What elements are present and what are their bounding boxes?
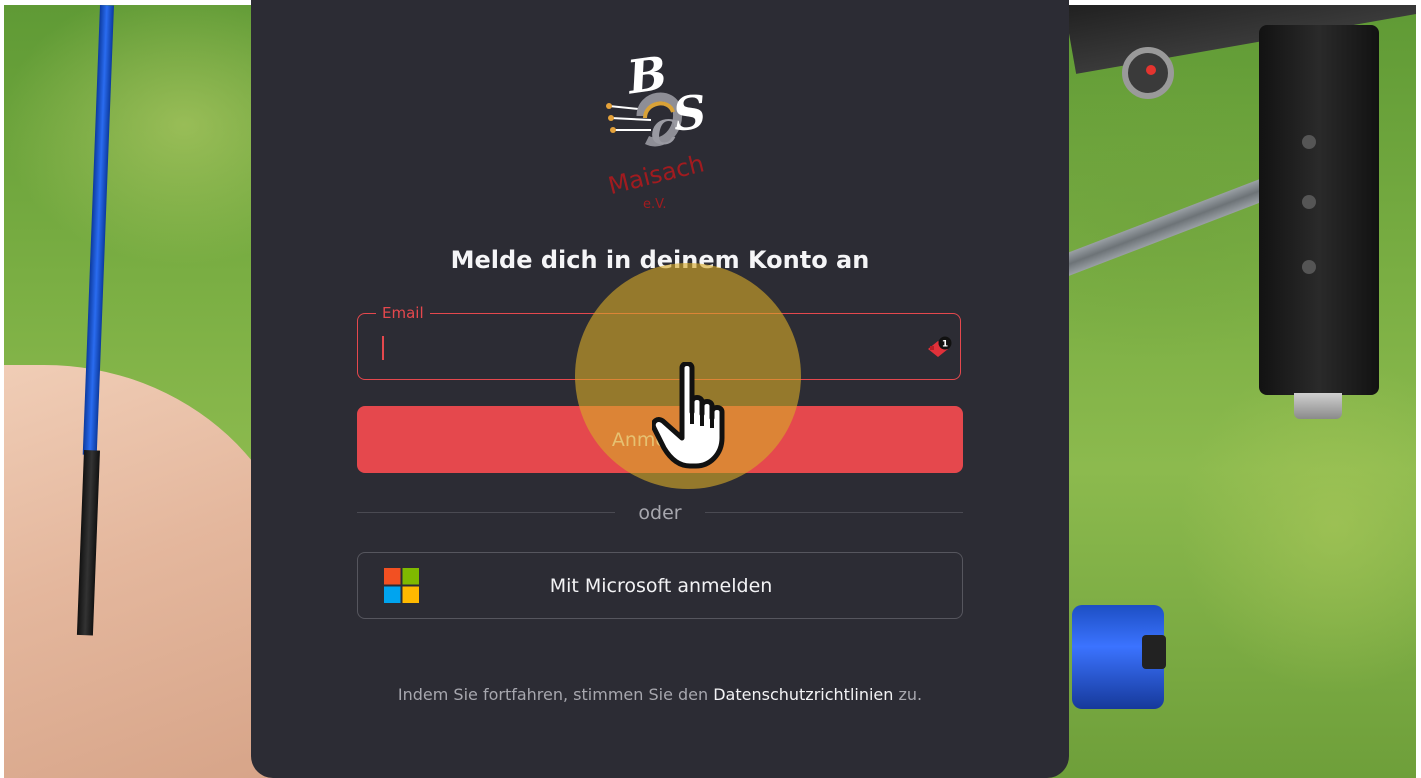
logo-letter-c: C [651,113,678,153]
background-sight-hole [1302,260,1316,274]
logo-letter-b: B [622,46,670,105]
privacy-notice-prefix: Indem Sie fortfahren, stimmen Sie den [397,685,709,704]
background-stabilizer-rod [1060,173,1283,277]
background-weight-cap [1142,635,1166,669]
background-sight-hole [1302,135,1316,149]
password-manager-icon[interactable]: 1 [926,336,954,360]
microsoft-sign-in-button[interactable]: Mit Microsoft anmelden [357,552,963,619]
divider-line-right [705,512,963,513]
background-sight-knob [1294,393,1342,419]
microsoft-sign-in-label: Mit Microsoft anmelden [549,575,773,597]
privacy-notice-suffix: zu. [898,685,923,704]
email-field-label: Email [376,303,430,323]
club-logo: B S C Maisach e.V. [605,46,709,212]
text-caret [382,336,384,360]
password-manager-badge: 1 [942,340,948,350]
privacy-policy-link[interactable]: Datenschutzrichtlinien [713,685,893,704]
background-sight-pin [1146,65,1156,75]
hand-pointer-icon [652,362,725,469]
logo-place-name: Maisach [605,149,707,200]
logo-suffix: e.V. [643,197,666,212]
background-sight-hole [1302,195,1316,209]
background-bow-sight [1259,25,1379,395]
or-divider: oder [357,500,963,528]
privacy-notice: Indem Sie fortfahren, stimmen Sie den Da… [251,685,1069,704]
divider-text: oder [638,502,682,524]
